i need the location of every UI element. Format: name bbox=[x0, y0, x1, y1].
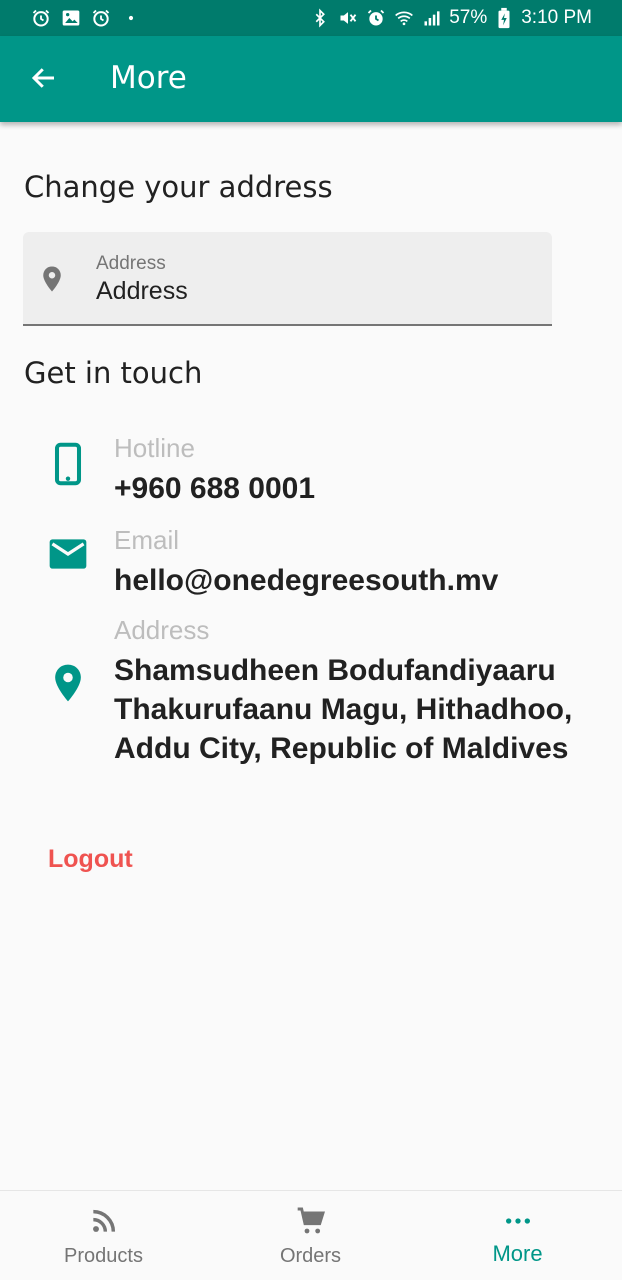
change-address-heading: Change your address bbox=[24, 170, 333, 204]
address-field-label: Address bbox=[96, 253, 166, 274]
nav-label-orders: Orders bbox=[279, 1245, 342, 1267]
address-line-2: Thakurufaanu Magu, Hithadhoo, bbox=[114, 693, 573, 726]
bluetooth-icon bbox=[309, 7, 331, 29]
rss-feed-icon bbox=[88, 1205, 120, 1237]
status-bar: 57% 3:10 PM bbox=[0, 0, 622, 36]
arrow-left-icon[interactable] bbox=[24, 58, 64, 98]
get-in-touch-heading: Get in touch bbox=[24, 356, 203, 390]
alarm-icon bbox=[365, 7, 387, 29]
wifi-icon bbox=[393, 7, 415, 29]
nav-item-more[interactable]: More bbox=[414, 1191, 621, 1280]
nav-label-more: More bbox=[492, 1241, 543, 1266]
hotline-value[interactable]: +960 688 0001 bbox=[114, 469, 315, 509]
email-value[interactable]: hello@onedegreesouth.mv bbox=[114, 561, 498, 601]
hotline-label: Hotline bbox=[114, 433, 195, 463]
more-horizontal-icon bbox=[502, 1205, 534, 1237]
image-icon bbox=[60, 7, 82, 29]
mute-icon bbox=[337, 7, 359, 29]
nav-item-orders[interactable]: Orders bbox=[207, 1191, 414, 1280]
status-bar-left bbox=[30, 7, 142, 29]
address-label: Address bbox=[114, 615, 210, 645]
nav-label-products: Products bbox=[64, 1245, 143, 1267]
clock: 3:10 PM bbox=[521, 7, 592, 28]
battery-icon bbox=[493, 7, 515, 29]
battery-percent: 57% bbox=[449, 7, 488, 28]
cart-icon bbox=[295, 1205, 327, 1237]
email-icon bbox=[46, 532, 90, 576]
page-title: More bbox=[110, 60, 187, 96]
location-pin-icon bbox=[46, 660, 90, 704]
logout-button[interactable]: Logout bbox=[48, 845, 133, 874]
location-pin-icon bbox=[37, 262, 67, 296]
bottom-navigation: Products Orders More bbox=[0, 1190, 622, 1280]
address-field-value[interactable]: Address bbox=[96, 277, 188, 306]
phone-icon bbox=[46, 440, 90, 486]
address-input[interactable]: Address Address bbox=[23, 232, 552, 326]
address-line-1: Shamsudheen Bodufandiyaaru bbox=[114, 654, 556, 687]
status-bar-right: 57% 3:10 PM bbox=[309, 7, 592, 29]
app-bar: More bbox=[0, 36, 622, 122]
dot-icon bbox=[120, 7, 142, 29]
address-line-3: Addu City, Republic of Maldives bbox=[114, 732, 569, 765]
alarm-icon bbox=[30, 7, 52, 29]
alarm-icon bbox=[90, 7, 112, 29]
nav-item-products[interactable]: Products bbox=[0, 1191, 207, 1280]
signal-icon bbox=[421, 7, 443, 29]
email-label: Email bbox=[114, 525, 180, 555]
